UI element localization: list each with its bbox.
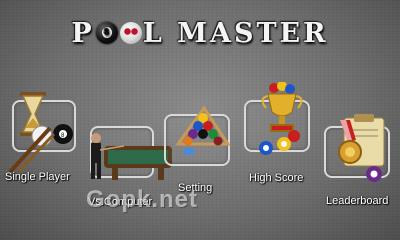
medal-clipboard-icon: [338, 114, 385, 182]
skull-ball-icon: [119, 22, 142, 44]
hourglass-cue-icon: 8: [8, 92, 73, 174]
eight-ball-icon: [95, 22, 118, 44]
rack-balls-icon: [175, 105, 231, 155]
trophy-icon: [259, 82, 303, 155]
watermark-text: Gopk.net: [86, 186, 199, 213]
game-title-logo: P L MASTER: [0, 18, 400, 49]
main-menu-screen: P L MASTER 8 Single Player: [0, 0, 400, 240]
pool-table-player-icon: [91, 133, 172, 180]
title-suffix: L MASTER: [142, 18, 329, 49]
title-prefix: P: [71, 18, 95, 49]
high-score-label: High Score: [249, 172, 304, 184]
leaderboard-label: Leaderboard: [326, 195, 389, 207]
single-player-label: Single Player: [5, 171, 70, 183]
